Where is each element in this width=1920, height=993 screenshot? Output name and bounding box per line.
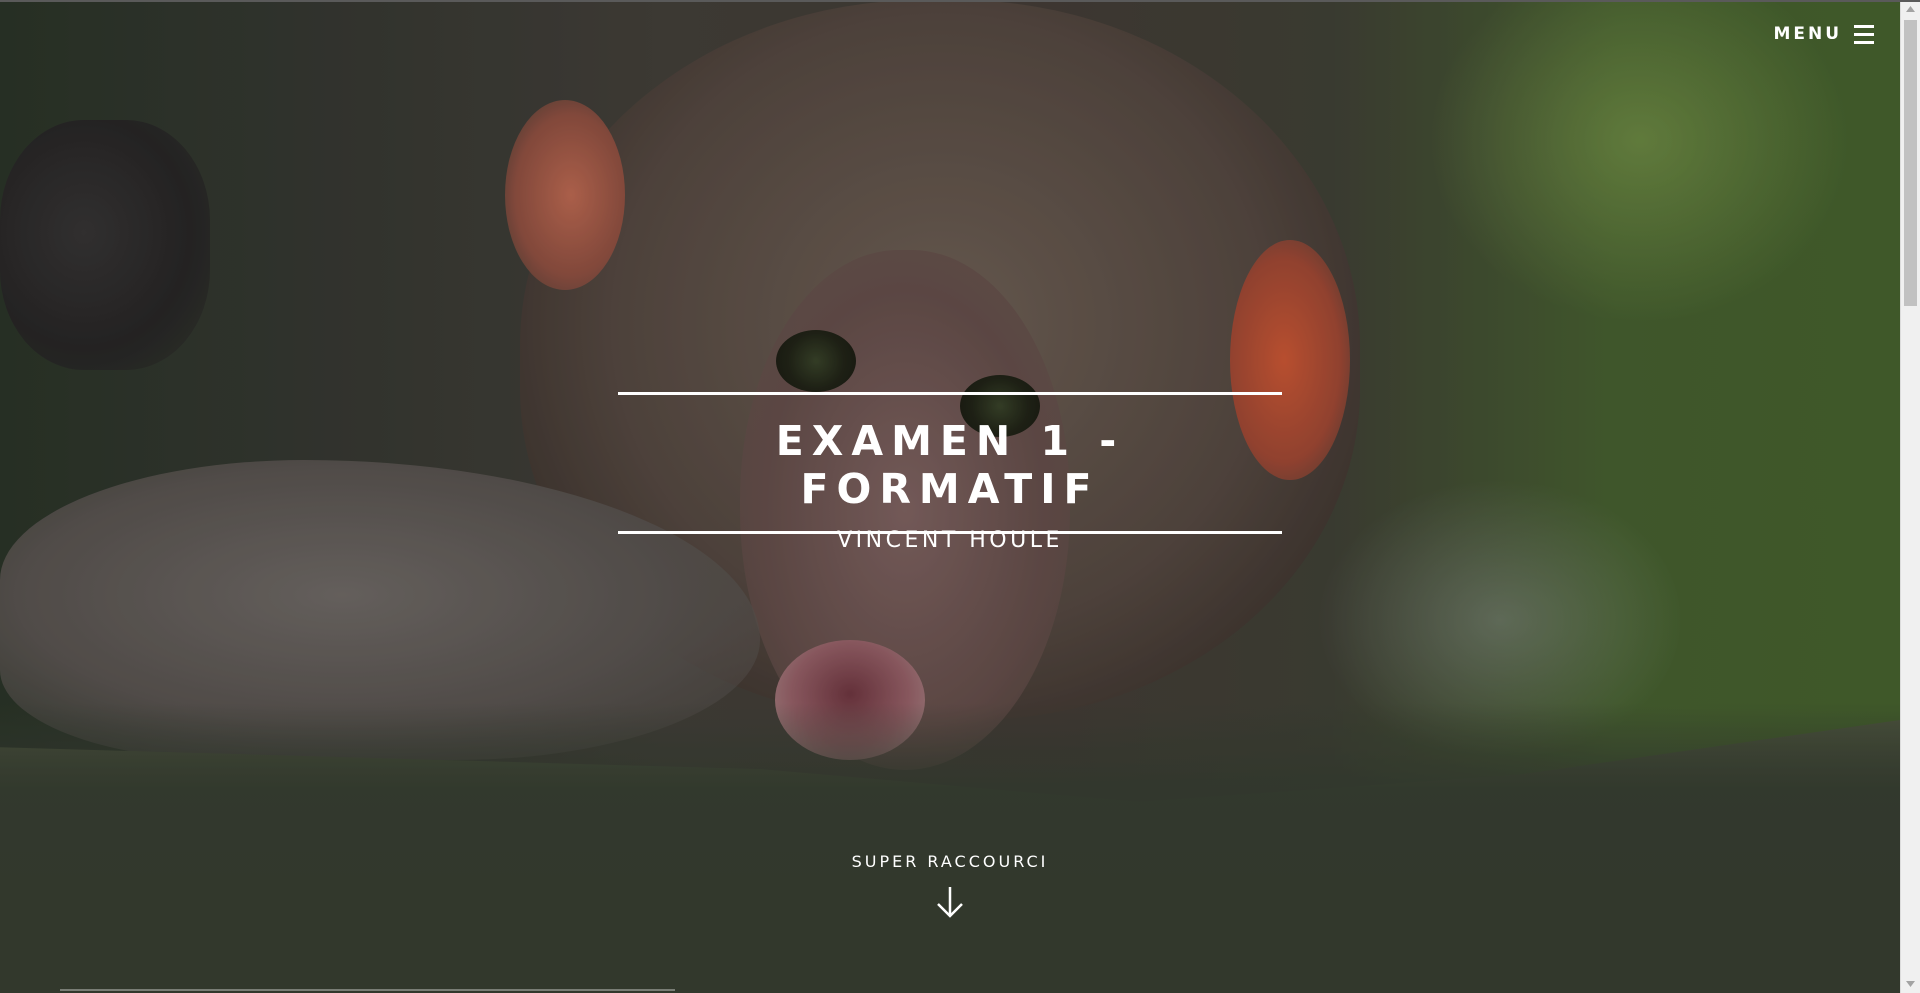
menu-label: MENU — [1773, 24, 1842, 44]
scroll-up-arrow-icon[interactable] — [1901, 0, 1920, 18]
page-viewport: MENU EXAMEN 1 - FORMATIF VINCENT HOULE S… — [0, 0, 1900, 993]
title-block: EXAMEN 1 - FORMATIF — [618, 392, 1282, 534]
window-top-border — [0, 0, 1920, 2]
scroll-down-arrow-icon[interactable] — [1901, 975, 1920, 993]
arrow-down-icon[interactable] — [935, 885, 965, 919]
page-title: EXAMEN 1 - FORMATIF — [775, 417, 1125, 513]
menu-toggle-button[interactable]: MENU — [1773, 24, 1874, 44]
shortcut-label[interactable]: SUPER RACCOURCI — [0, 852, 1900, 871]
scrollbar-thumb[interactable] — [1904, 20, 1917, 306]
vertical-scrollbar[interactable] — [1900, 0, 1920, 993]
scroll-shortcut[interactable]: SUPER RACCOURCI — [0, 852, 1900, 919]
page-bottom-line — [60, 989, 675, 991]
title-rule-bottom — [618, 531, 1282, 534]
hamburger-icon[interactable] — [1854, 24, 1874, 44]
